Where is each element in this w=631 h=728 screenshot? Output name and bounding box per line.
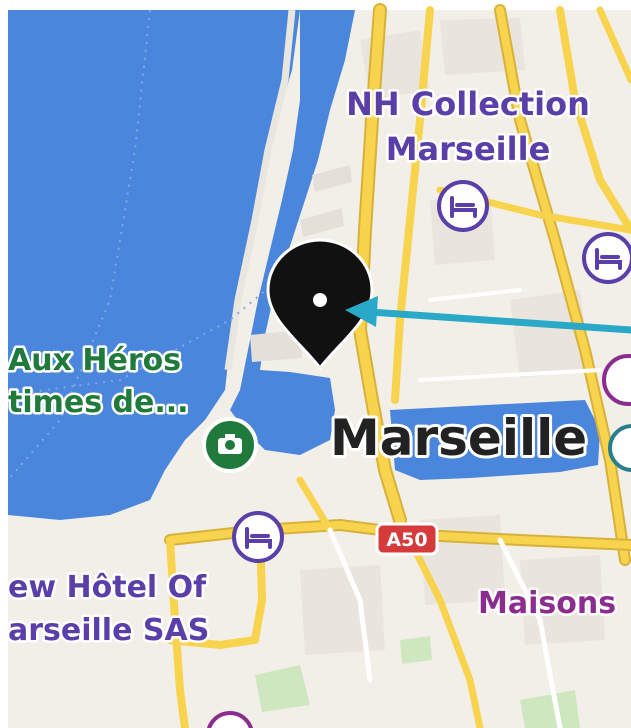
city-label: Marseille [330, 409, 587, 467]
poi-label-hotel-top-2[interactable]: Marseille [383, 128, 553, 171]
map-canvas[interactable]: A50 NH Collection Marseille Aux Héros ti… [6, 3, 631, 728]
hotel-icon[interactable] [582, 232, 631, 284]
map-view[interactable]: A50 NH Collection Marseille Aux Héros ti… [0, 0, 631, 728]
poi-label-hotel-top[interactable]: NH Collection [344, 83, 593, 126]
poi-label-hotel-bottom-2[interactable]: arseille SAS [6, 611, 212, 651]
road-shield-a50: A50 [375, 522, 439, 556]
hotel-icon[interactable] [437, 180, 489, 232]
road-shield-label: A50 [386, 529, 427, 551]
poi-label-monument-2[interactable]: times de... [6, 383, 192, 423]
poi-label-hotel-bottom[interactable]: ew Hôtel Of [6, 568, 210, 608]
hotel-icon[interactable] [232, 511, 284, 563]
camera-icon[interactable] [202, 417, 258, 473]
poi-label-monument[interactable]: Aux Héros [6, 341, 184, 381]
poi-label-maisons[interactable]: Maisons [476, 584, 619, 624]
